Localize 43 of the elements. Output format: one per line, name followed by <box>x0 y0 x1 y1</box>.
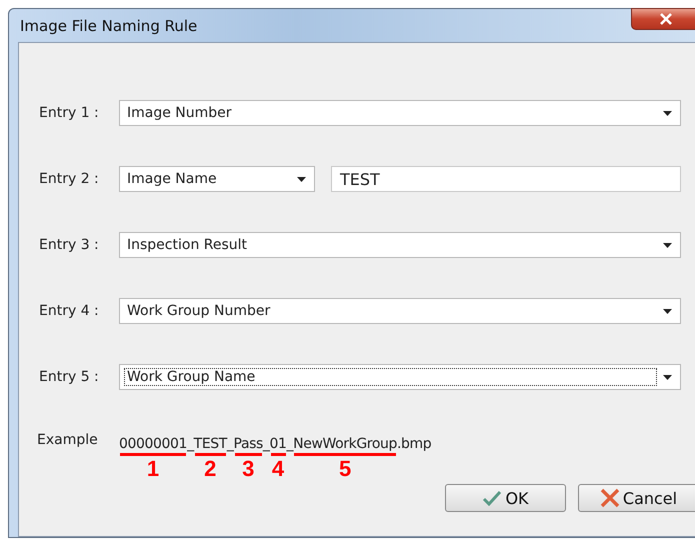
dropdown-arrow-icon <box>663 374 672 380</box>
annotation-number: 2 <box>203 456 218 482</box>
cross-icon <box>600 488 620 508</box>
entry-label: Entry 1 : <box>39 105 100 121</box>
dropdown[interactable]: Image Number <box>119 100 681 126</box>
example-text: .bmp <box>396 436 432 452</box>
example-text: _ <box>262 436 270 452</box>
example-text: 01 <box>270 436 287 452</box>
dropdown-arrow-icon <box>663 110 672 116</box>
example-text: 00000001 <box>119 436 188 452</box>
example-text: _ <box>226 436 234 452</box>
annotation-number: 1 <box>146 456 160 482</box>
annotation-number: 4 <box>270 456 286 482</box>
dropdown[interactable]: Work Group Number <box>119 298 681 324</box>
annotation-underline <box>120 453 186 456</box>
example-label: Example <box>37 432 99 450</box>
annotation-number: 5 <box>338 456 352 482</box>
entry-label: Entry 5 : <box>39 369 100 385</box>
example-text: _ <box>187 436 194 452</box>
annotation-underline <box>270 453 286 456</box>
annotation-underline <box>194 453 226 456</box>
close-button[interactable] <box>631 8 695 30</box>
cancel-button[interactable]: Cancel <box>578 484 695 512</box>
close-icon <box>659 13 673 25</box>
dropdown-arrow-icon <box>663 308 672 314</box>
dropdown[interactable]: Work Group Name <box>119 364 681 390</box>
example-text: _ <box>286 436 294 452</box>
ok-button[interactable]: OK <box>445 484 566 512</box>
dropdown-arrow-icon <box>297 176 306 182</box>
entry-label: Entry 3 : <box>39 237 100 253</box>
window-title: Image File Naming Rule <box>19 16 198 34</box>
example-text: NewWorkGroup <box>293 436 397 452</box>
checkmark-icon <box>482 490 502 506</box>
example-text: TEST <box>194 436 227 452</box>
text-field[interactable]: TEST <box>331 166 681 192</box>
entry-label: Entry 4 : <box>39 303 100 319</box>
dropdown[interactable]: Inspection Result <box>119 232 681 258</box>
example-text: Pass <box>234 436 263 452</box>
dropdown[interactable]: Image Name <box>119 166 315 192</box>
entry-label: Entry 2 : <box>39 171 100 187</box>
dropdown-arrow-icon <box>663 242 672 248</box>
annotation-number: 3 <box>241 456 256 482</box>
annotation-underline <box>234 453 262 456</box>
